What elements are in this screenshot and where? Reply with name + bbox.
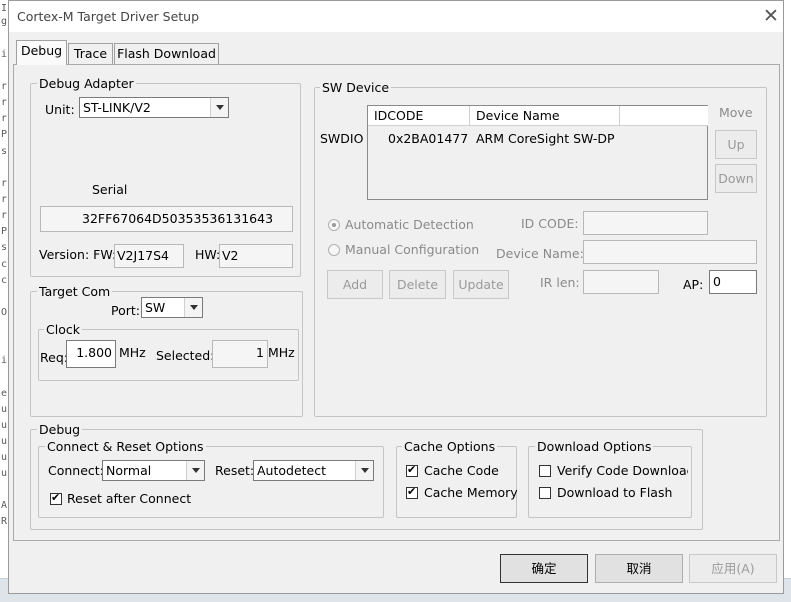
chevron-down-icon xyxy=(184,298,202,317)
window-title: Cortex-M Target Driver Setup xyxy=(17,9,200,24)
connect-reset-label: Connect & Reset Options xyxy=(45,439,206,454)
ir-len-label: IR len: xyxy=(540,275,580,290)
reset-select[interactable]: Autodetect xyxy=(253,460,374,481)
fw-version-value: V2J17S4 xyxy=(117,248,169,263)
req-value: 1.800 xyxy=(76,345,112,360)
reset-label: Reset: xyxy=(215,463,255,478)
clock-req-input[interactable]: 1.800 xyxy=(66,340,116,368)
automatic-detection-label: Automatic Detection xyxy=(345,217,474,232)
device-name-label: Device Name: xyxy=(496,246,584,261)
tab-flash-download[interactable]: Flash Download xyxy=(114,43,219,65)
ok-button[interactable]: 确定 xyxy=(500,554,588,583)
device-name-input[interactable] xyxy=(583,240,757,264)
id-code-label: ID CODE: xyxy=(521,216,579,231)
cache-memory-label: Cache Memory xyxy=(424,485,518,500)
serial-label: Serial xyxy=(92,182,128,197)
column-device-name[interactable]: Device Name xyxy=(470,106,620,126)
version-fw-label: Version: FW: xyxy=(39,247,117,262)
manual-configuration-label: Manual Configuration xyxy=(345,242,480,257)
serial-value: 32FF67064D50353536131643 xyxy=(82,211,274,226)
delete-button[interactable]: Delete xyxy=(389,270,446,299)
move-label: Move xyxy=(719,105,753,120)
selected-value: 1 xyxy=(256,345,264,360)
connect-select[interactable]: Normal xyxy=(102,460,205,481)
port-select[interactable]: SW xyxy=(141,297,203,318)
download-to-flash-label: Download to Flash xyxy=(557,485,673,500)
sw-device-label: SW Device xyxy=(320,80,392,95)
download-options-group xyxy=(528,446,692,518)
update-button[interactable]: Update xyxy=(453,270,509,299)
hw-label: HW: xyxy=(195,247,221,262)
chevron-down-icon xyxy=(186,461,204,480)
connect-reset-group xyxy=(38,446,384,518)
tab-debug[interactable]: Debug xyxy=(16,40,67,65)
cache-code-checkbox[interactable] xyxy=(406,463,418,477)
table-row[interactable]: 0x2BA01477 ARM CoreSight SW-DP xyxy=(368,127,707,147)
connect-value: Normal xyxy=(106,463,152,478)
download-options-label: Download Options xyxy=(535,439,654,454)
selected-label: Selected: xyxy=(156,348,215,363)
id-code-input[interactable] xyxy=(583,211,708,235)
cache-options-group xyxy=(396,446,517,518)
unit-select[interactable]: ST-LINK/V2 xyxy=(79,97,229,118)
fw-version-field: V2J17S4 xyxy=(114,244,184,268)
apply-button[interactable]: 应用(A) xyxy=(689,554,777,583)
cache-code-label: Cache Code xyxy=(424,463,499,478)
clock-selected-field: 1 xyxy=(212,340,268,368)
ap-value: 0 xyxy=(713,274,721,289)
selected-unit: MHz xyxy=(268,345,295,360)
close-icon[interactable]: ✕ xyxy=(759,5,783,27)
manual-configuration-radio[interactable] xyxy=(328,244,340,256)
cache-options-label: Cache Options xyxy=(402,439,498,454)
automatic-detection-radio[interactable] xyxy=(328,219,340,231)
req-unit: MHz xyxy=(119,345,146,360)
ap-input[interactable]: 0 xyxy=(709,270,757,294)
port-label: Port: xyxy=(111,303,140,318)
cancel-button[interactable]: 取消 xyxy=(595,554,683,583)
hw-version-field: V2 xyxy=(219,244,293,268)
debug-adapter-label: Debug Adapter xyxy=(37,76,136,91)
unit-label: Unit: xyxy=(45,102,75,117)
move-down-button[interactable]: Down xyxy=(715,164,757,193)
swdio-label: SWDIO xyxy=(320,131,364,146)
column-filler xyxy=(620,106,708,126)
cache-memory-checkbox[interactable] xyxy=(406,485,418,499)
debug-group-label: Debug xyxy=(37,422,83,437)
ap-label: AP: xyxy=(683,277,704,292)
port-value: SW xyxy=(145,300,166,315)
idcode-cell: 0x2BA01477 xyxy=(388,131,469,146)
add-button[interactable]: Add xyxy=(327,270,383,299)
tab-trace[interactable]: Trace xyxy=(68,43,113,65)
unit-value: ST-LINK/V2 xyxy=(83,100,151,115)
sw-device-list[interactable]: IDCODE Device Name 0x2BA01477 ARM CoreSi… xyxy=(367,105,708,200)
req-label: Req: xyxy=(40,350,68,365)
move-up-button[interactable]: Up xyxy=(715,130,757,159)
device-name-cell: ARM CoreSight SW-DP xyxy=(476,131,615,146)
title-bar: Cortex-M Target Driver Setup ✕ xyxy=(9,1,783,32)
reset-after-connect-label: Reset after Connect xyxy=(67,491,192,506)
verify-code-download-checkbox[interactable] xyxy=(539,465,551,477)
reset-after-connect-checkbox[interactable] xyxy=(50,491,62,505)
download-to-flash-checkbox[interactable] xyxy=(539,487,551,499)
ir-len-input[interactable] xyxy=(583,270,659,294)
connect-label: Connect: xyxy=(48,463,104,478)
reset-value: Autodetect xyxy=(257,463,327,478)
clock-label: Clock xyxy=(44,322,82,337)
chevron-down-icon xyxy=(355,461,373,480)
column-idcode[interactable]: IDCODE xyxy=(368,106,470,126)
serial-field: 32FF67064D50353536131643 xyxy=(40,206,293,232)
chevron-down-icon xyxy=(210,98,228,117)
hw-version-value: V2 xyxy=(222,248,239,263)
verify-code-download-label: Verify Code Downloac xyxy=(557,463,688,478)
target-com-label: Target Com xyxy=(37,284,113,299)
